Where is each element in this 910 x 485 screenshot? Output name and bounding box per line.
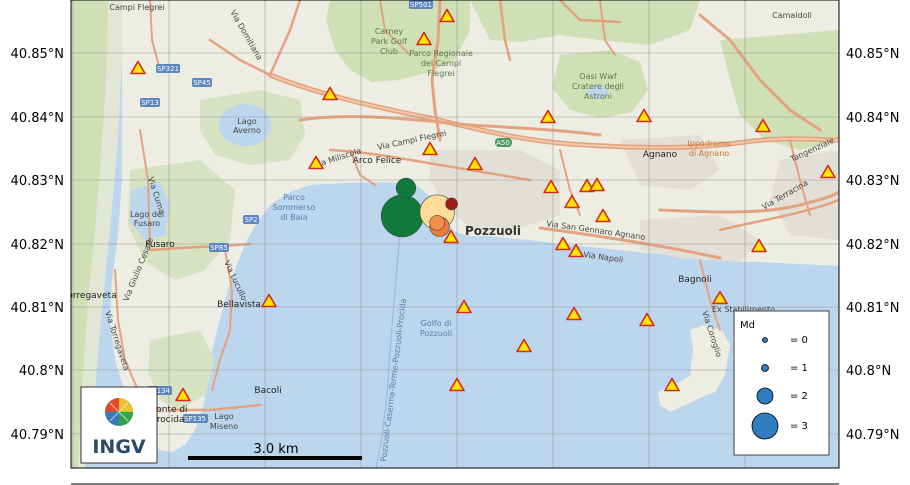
legend-item-label: = 2: [790, 391, 808, 402]
label-astroni-2: Cratere degli: [572, 82, 624, 91]
legend-item-label: = 3: [790, 421, 808, 432]
earthquake-event: [395, 177, 417, 199]
label-bellavista: Bellavista: [217, 300, 261, 310]
lat-label: 40.82°N: [11, 238, 64, 253]
road-sp45: SP45: [193, 79, 211, 87]
lat-label: 40.81°N: [11, 301, 64, 316]
lat-label: 40.8°N: [19, 364, 64, 379]
lat-label: 40.84°N: [846, 111, 899, 126]
scale-bar-line: [188, 456, 362, 460]
label-arco-felice: Arco Felice: [353, 156, 402, 166]
lat-label: 40.8°N: [846, 364, 891, 379]
label-parco-regionale-2: dei Campi: [421, 59, 461, 68]
lat-label: 40.79°N: [11, 428, 64, 443]
road-sp321: SP321: [157, 65, 179, 73]
label-golf-1: Carney: [375, 27, 404, 36]
earthquake-event: [380, 194, 424, 238]
map-figure: SP501 SP321 SP45 SP13 SP2 SP85 SP135 SP1…: [11, 0, 899, 485]
label-lago-fusaro-2: Fusaro: [134, 219, 160, 228]
label-golfo-1: Golfo di: [421, 319, 452, 328]
lat-label: 40.79°N: [846, 428, 899, 443]
road-sp501: SP501: [410, 1, 432, 9]
label-bagnoli: Bagnoli: [678, 275, 712, 285]
lat-label: 40.82°N: [846, 238, 899, 253]
lat-label: 40.83°N: [11, 174, 64, 189]
label-golfo-2: Pozzuoli: [420, 329, 452, 338]
legend-marker: [761, 364, 769, 372]
ingv-logo: INGV: [80, 386, 158, 464]
legend-item-label: = 0: [790, 335, 808, 346]
road-sp13: SP13: [141, 99, 159, 107]
lat-label: 40.85°N: [846, 47, 899, 62]
legend-title: Md: [740, 320, 755, 331]
legend-marker: [751, 412, 779, 440]
globe-icon: [105, 398, 133, 426]
map-canvas: SP501 SP321 SP45 SP13 SP2 SP85 SP135 SP1…: [71, 0, 839, 468]
label-ippodromo-1: Ippodromo: [687, 139, 730, 148]
ingv-wordmark: INGV: [92, 436, 146, 458]
lat-label: 40.84°N: [11, 111, 64, 126]
label-camaldoli: Camaldoli: [772, 11, 812, 20]
latitude-labels-left: 40.85°N 40.84°N 40.83°N 40.82°N 40.81°N …: [11, 47, 64, 443]
label-agnano: Agnano: [643, 150, 678, 160]
road-a50: A50: [496, 139, 510, 147]
latitude-labels-right: 40.85°N 40.84°N 40.83°N 40.82°N 40.81°N …: [846, 47, 899, 443]
road-sp135: SP135: [184, 415, 206, 423]
label-parco-sommerso-2: Sommerso: [273, 203, 316, 212]
lat-label: 40.85°N: [11, 47, 64, 62]
road-sp2: SP2: [244, 216, 257, 224]
label-ippodromo-2: di Agnano: [689, 149, 729, 158]
lat-label: 40.83°N: [846, 174, 899, 189]
label-parco-sommerso-1: Parco: [283, 193, 305, 202]
label-lago-averno-2: Averno: [233, 126, 261, 135]
magnitude-legend: Md = 0 = 1 = 2 = 3: [733, 310, 830, 456]
label-parco-regionale-1: Parco Regionale: [409, 49, 473, 58]
road-sp85: SP85: [210, 244, 228, 252]
label-pozzuoli: Pozzuoli: [465, 224, 521, 238]
label-golf-2: Park Golf: [371, 37, 407, 46]
lat-label: 40.81°N: [846, 301, 899, 316]
scale-bar-label: 3.0 km: [254, 442, 299, 457]
label-bacoli: Bacoli: [254, 386, 281, 396]
label-astroni-1: Oasi Wwf: [579, 72, 617, 81]
legend-marker: [762, 337, 768, 343]
legend-item-label: = 1: [790, 363, 808, 374]
label-lago-miseno-1: Lago: [214, 412, 233, 421]
label-astroni-3: Astroni: [584, 92, 612, 101]
label-golf-3: Club: [380, 47, 398, 56]
label-campi-flegrei: Campi Flegrei: [109, 3, 164, 12]
label-lago-miseno-2: Miseno: [210, 422, 238, 431]
earthquake-event: [445, 197, 458, 211]
label-parco-sommerso-3: di Baia: [280, 213, 307, 222]
legend-marker: [756, 387, 774, 405]
label-lago-averno-1: Lago: [237, 117, 256, 126]
earthquake-event: [429, 215, 446, 231]
label-parco-regionale-3: Flegrei: [427, 69, 454, 78]
